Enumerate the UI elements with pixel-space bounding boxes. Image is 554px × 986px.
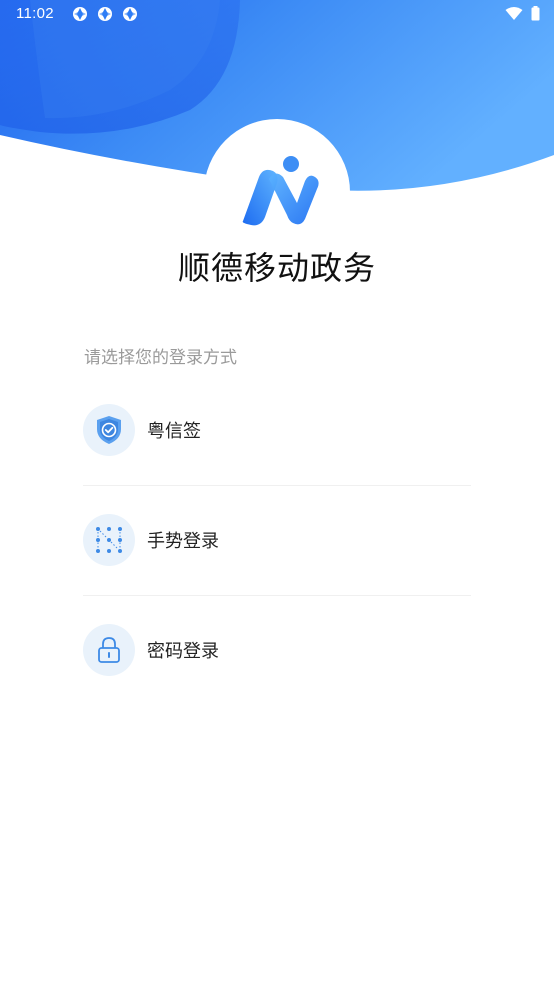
- option-icon-badge: [83, 514, 135, 566]
- login-option-label: 手势登录: [147, 531, 219, 552]
- status-time: 11:02: [16, 5, 54, 22]
- notification-app-icon: [123, 7, 137, 21]
- login-option-label: 密码登录: [147, 641, 219, 662]
- login-method-prompt: 请选择您的登录方式: [84, 348, 237, 368]
- lock-icon: [98, 637, 120, 663]
- login-option-yuexinqian[interactable]: 粤信签: [83, 404, 471, 456]
- status-right-icons: [505, 6, 540, 21]
- app-title: 顺德移动政务: [177, 249, 376, 287]
- shield-check-icon: [97, 416, 121, 444]
- app-logo-icon: [242, 156, 319, 226]
- option-icon-badge: [83, 404, 135, 456]
- status-bar: 11:02: [0, 0, 554, 30]
- battery-icon: [531, 6, 540, 21]
- gesture-grid-icon: [96, 527, 122, 553]
- login-option-gesture[interactable]: 手势登录: [83, 514, 471, 566]
- login-option-password[interactable]: 密码登录: [83, 624, 471, 676]
- wifi-icon: [505, 6, 523, 20]
- option-icon-badge: [83, 624, 135, 676]
- notification-app-icon: [98, 7, 112, 21]
- divider: [83, 595, 471, 596]
- notification-app-icon: [73, 7, 87, 21]
- login-screen: 11:02 顺德移动政务 请选择您的登录方式 粤信签 手势登录 密码登录: [0, 0, 554, 986]
- divider: [83, 485, 471, 486]
- login-option-label: 粤信签: [147, 421, 201, 442]
